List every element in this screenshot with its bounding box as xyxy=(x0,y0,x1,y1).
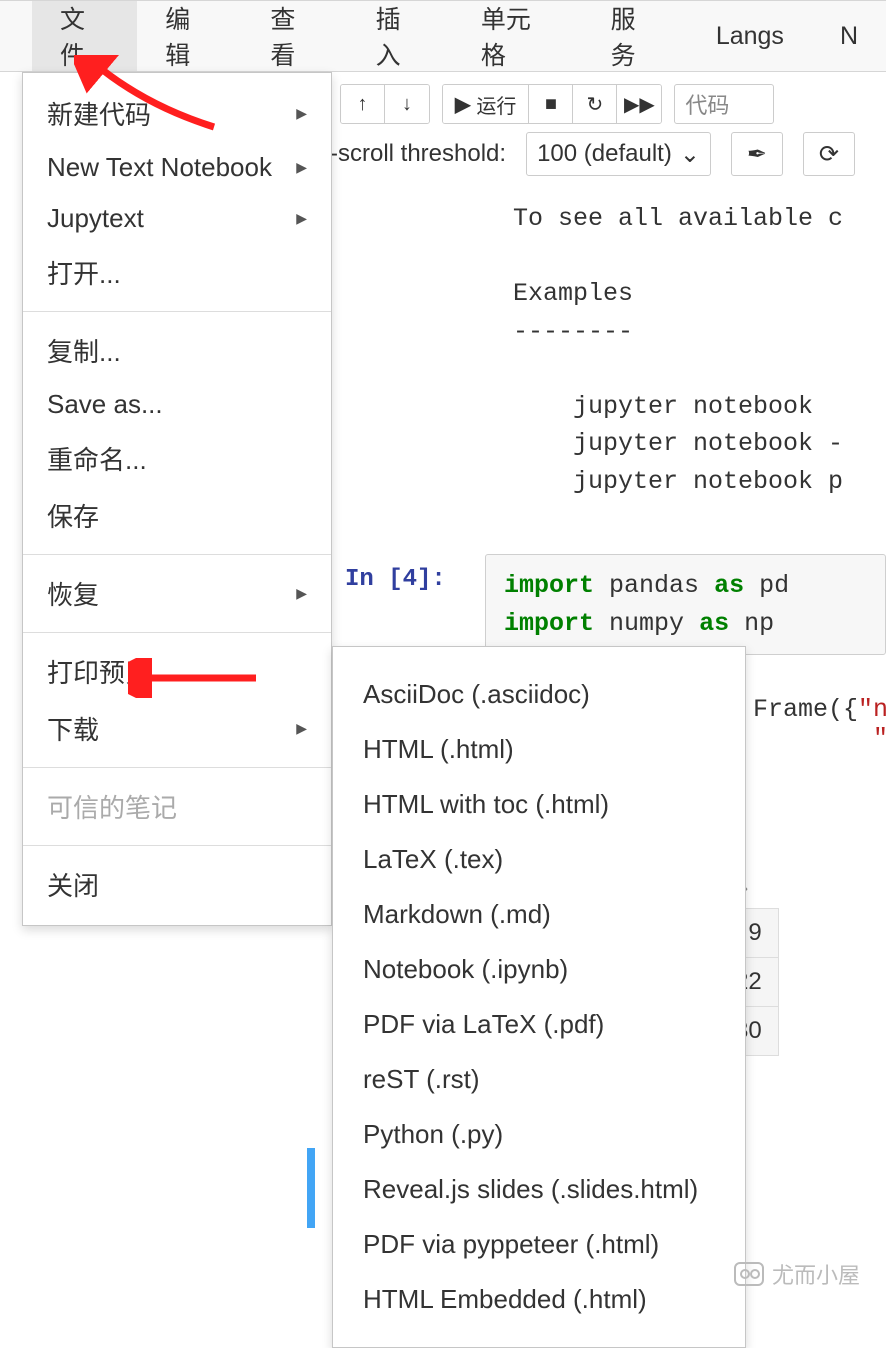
download-notebook[interactable]: Notebook (.ipynb) xyxy=(333,942,745,997)
menu-save[interactable]: 保存 xyxy=(23,487,331,544)
menu-file[interactable]: 文件 xyxy=(32,1,137,71)
download-pdf-pyppeteer[interactable]: PDF via pyppeteer (.html) xyxy=(333,1217,745,1272)
help-output: To see all available c Examples --------… xyxy=(513,200,886,500)
move-cell-group: ↑ ↓ xyxy=(340,84,430,124)
move-down-button[interactable]: ↓ xyxy=(385,85,429,123)
cell-type-select[interactable]: 代码 xyxy=(674,84,774,124)
download-rest[interactable]: reST (.rst) xyxy=(333,1052,745,1107)
menu-edit[interactable]: 编辑 xyxy=(137,1,242,71)
run-icon: ▶ xyxy=(455,92,470,117)
arrow-up-icon: ↑ xyxy=(358,93,368,116)
menu-close[interactable]: 关闭 xyxy=(23,856,331,913)
menu-cell[interactable]: 单元格 xyxy=(453,1,583,71)
refresh-button[interactable]: ⟳ xyxy=(803,132,855,176)
wechat-icon xyxy=(734,1262,764,1286)
arrow-down-icon: ↓ xyxy=(402,93,412,116)
menu-print-preview[interactable]: 打印预览 xyxy=(23,643,331,700)
menubar: 文件 编辑 查看 插入 单元格 服务 Langs N xyxy=(0,0,886,72)
menu-download[interactable]: 下载 xyxy=(23,700,331,757)
menu-new-code[interactable]: 新建代码 xyxy=(23,85,331,142)
restart-icon: ↻ xyxy=(587,92,604,117)
watermark: 尤而小屋 xyxy=(734,1258,860,1290)
menu-kernel[interactable]: 服务 xyxy=(583,1,688,71)
menu-new-text-notebook[interactable]: New Text Notebook xyxy=(23,142,331,193)
menu-more[interactable]: N xyxy=(812,1,886,71)
input-prompt: In [4]: xyxy=(345,554,485,593)
fast-forward-icon: ▶▶ xyxy=(624,92,655,117)
threshold-value: 100 (default) xyxy=(537,140,672,168)
refresh-icon: ⟳ xyxy=(819,140,839,169)
menu-rename[interactable]: 重命名... xyxy=(23,430,331,487)
cell-selection-indicator xyxy=(307,1148,315,1228)
brush-button[interactable]: ✒ xyxy=(731,132,783,176)
run-group: ▶ 运行 ■ ↻ ▶▶ xyxy=(442,84,662,124)
download-python[interactable]: Python (.py) xyxy=(333,1107,745,1162)
interrupt-button[interactable]: ■ xyxy=(529,85,573,123)
threshold-label: -scroll threshold: xyxy=(330,140,506,168)
file-dropdown: 新建代码 New Text Notebook Jupytext 打开... 复制… xyxy=(22,72,332,926)
code-input[interactable]: import pandas as pd import numpy as np xyxy=(485,554,886,655)
brush-icon: ✒ xyxy=(747,140,767,169)
download-html-embedded[interactable]: HTML Embedded (.html) xyxy=(333,1272,745,1327)
download-latex[interactable]: LaTeX (.tex) xyxy=(333,832,745,887)
download-html[interactable]: HTML (.html) xyxy=(333,722,745,777)
menu-revert[interactable]: 恢复 xyxy=(23,565,331,622)
menu-view[interactable]: 查看 xyxy=(242,1,347,71)
threshold-select[interactable]: 100 (default) ⌄ xyxy=(526,132,711,176)
download-asciidoc[interactable]: AsciiDoc (.asciidoc) xyxy=(333,667,745,722)
run-label: 运行 xyxy=(476,90,516,119)
restart-button[interactable]: ↻ xyxy=(573,85,617,123)
menu-open[interactable]: 打开... xyxy=(23,244,331,301)
download-markdown[interactable]: Markdown (.md) xyxy=(333,887,745,942)
menu-save-as[interactable]: Save as... xyxy=(23,379,331,430)
download-reveal[interactable]: Reveal.js slides (.slides.html) xyxy=(333,1162,745,1217)
menu-trusted-notebook: 可信的笔记 xyxy=(23,778,331,835)
watermark-text: 尤而小屋 xyxy=(772,1258,860,1290)
stop-icon: ■ xyxy=(545,93,557,116)
restart-run-all-button[interactable]: ▶▶ xyxy=(617,85,661,123)
menu-insert[interactable]: 插入 xyxy=(348,1,453,71)
move-up-button[interactable]: ↑ xyxy=(341,85,385,123)
download-pdf-latex[interactable]: PDF via LaTeX (.pdf) xyxy=(333,997,745,1052)
code-fragment: Frame({"n "a xyxy=(753,695,886,753)
download-html-toc[interactable]: HTML with toc (.html) xyxy=(333,777,745,832)
menu-copy[interactable]: 复制... xyxy=(23,322,331,379)
chevron-down-icon: ⌄ xyxy=(680,140,700,169)
menu-langs[interactable]: Langs xyxy=(688,1,812,71)
run-button[interactable]: ▶ 运行 xyxy=(443,85,529,123)
download-submenu: AsciiDoc (.asciidoc) HTML (.html) HTML w… xyxy=(332,646,746,1348)
menu-jupytext[interactable]: Jupytext xyxy=(23,193,331,244)
